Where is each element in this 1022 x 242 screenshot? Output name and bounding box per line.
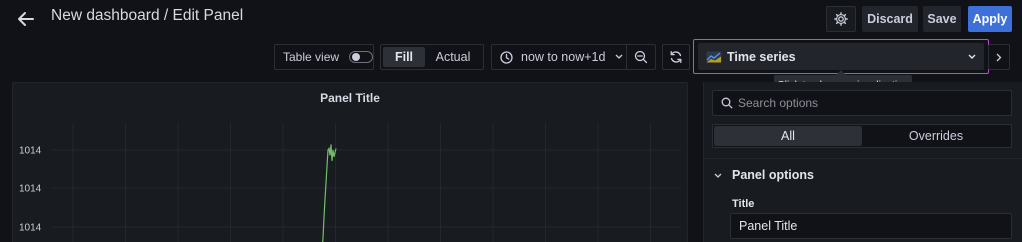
search-icon bbox=[721, 97, 733, 109]
options-pane: All Overrides Panel options Title bbox=[703, 82, 1022, 242]
title-input[interactable] bbox=[739, 219, 1009, 233]
time-range-label: now to now+1d bbox=[521, 50, 606, 64]
arrow-left-icon bbox=[18, 12, 34, 26]
settings-button[interactable] bbox=[826, 6, 856, 32]
table-view-toggle[interactable]: Table view bbox=[274, 44, 374, 70]
table-view-switch[interactable] bbox=[349, 51, 373, 63]
refresh-icon bbox=[670, 50, 682, 64]
y-tick-label: 1014 bbox=[19, 184, 42, 195]
page-title: New dashboard / Edit Panel bbox=[51, 7, 244, 24]
chevron-down-icon bbox=[714, 168, 722, 182]
title-field[interactable] bbox=[730, 213, 1012, 239]
refresh-button[interactable] bbox=[662, 44, 690, 70]
options-tabs: All Overrides bbox=[712, 124, 1012, 148]
fill-actual-radio-group: Fill Actual bbox=[380, 44, 484, 70]
apply-button[interactable]: Apply bbox=[968, 6, 1012, 32]
search-options-input[interactable] bbox=[738, 96, 998, 110]
visualization-picker[interactable]: Time series bbox=[693, 39, 989, 74]
y-tick-label: 1014 bbox=[19, 146, 42, 157]
visualization-label: Time series bbox=[727, 49, 796, 64]
actual-option[interactable]: Actual bbox=[425, 47, 481, 67]
divider bbox=[704, 158, 1022, 159]
chevron-right-icon bbox=[996, 53, 1002, 61]
table-view-label: Table view bbox=[283, 50, 340, 64]
y-tick-label: 1014 bbox=[19, 223, 42, 234]
visualization-picker-button[interactable]: Time series bbox=[698, 43, 984, 70]
zoom-out-button[interactable] bbox=[626, 44, 656, 70]
panel-options-section-header[interactable]: Panel options bbox=[714, 168, 814, 182]
clock-icon bbox=[500, 50, 513, 64]
discard-button[interactable]: Discard bbox=[862, 6, 918, 32]
chevron-down-icon bbox=[615, 54, 623, 59]
fill-option[interactable]: Fill bbox=[383, 47, 425, 67]
zoom-out-icon bbox=[634, 50, 648, 64]
chevron-down-icon bbox=[968, 54, 976, 59]
search-options-box[interactable] bbox=[712, 90, 1012, 116]
title-field-label: Title bbox=[732, 198, 755, 210]
time-range-picker[interactable]: now to now+1d bbox=[491, 44, 627, 70]
back-button[interactable] bbox=[12, 6, 40, 32]
toggle-options-pane-button[interactable] bbox=[988, 44, 1010, 70]
gear-icon bbox=[834, 12, 848, 26]
time-series-chart[interactable]: 1014 1014 1014 bbox=[13, 83, 689, 242]
panel-options-title: Panel options bbox=[732, 168, 814, 182]
tab-overrides[interactable]: Overrides bbox=[862, 126, 1010, 146]
save-button[interactable]: Save bbox=[923, 6, 961, 32]
tab-all[interactable]: All bbox=[714, 126, 862, 146]
panel: Panel Title 1014 1014 1014 bbox=[12, 82, 688, 242]
time-series-icon bbox=[706, 51, 722, 62]
